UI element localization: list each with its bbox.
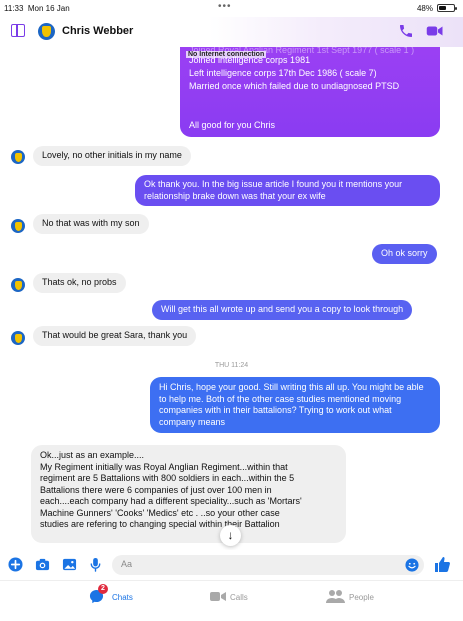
incoming-message-bubble[interactable]: No that was with my son [33,214,149,234]
incoming-message-bubble[interactable]: Thats ok, no probs [33,273,126,293]
message-composer [0,550,463,580]
message-line: company means [159,416,226,427]
people-icon [326,590,345,603]
phone-call-icon[interactable] [398,23,414,39]
no-internet-banner: No Internet connection [186,51,267,58]
multitasking-dots-icon[interactable]: ••• [218,1,232,12]
outgoing-message-bubble[interactable]: Will get this all wrote up and send you … [152,300,413,320]
avatar[interactable] [11,278,25,292]
scroll-to-bottom-button[interactable]: ↓ [220,525,241,546]
message-line: Machine Gunners' 'Cooks' 'Medics' etc . … [40,507,280,518]
outgoing-message-bubble[interactable]: Ok thank you. In the big issue article I… [135,175,440,206]
avatar[interactable] [11,150,25,164]
message-line: regiment are 5 Battalions with 800 soldi… [40,473,295,483]
video-call-icon[interactable] [426,23,444,39]
avatar[interactable] [38,23,55,40]
outgoing-message-bubble[interactable]: Oh ok sorry [372,244,437,264]
status-bar: 11:33 Mon 16 Jan ••• 48% [0,0,463,17]
message-input[interactable] [121,559,381,569]
tab-chats-label: Chats [112,593,133,602]
message-line: Married once which failed due to undiagn… [189,81,400,91]
message-list[interactable]: Joined Royal Anglian Regiment 1st Sept 1… [0,45,463,550]
incoming-message-bubble[interactable]: Lovely, no other initials in my name [33,146,191,166]
message-input-container[interactable] [112,555,424,575]
incoming-message-bubble[interactable]: Ok...just as an example.... My Regiment … [31,445,346,543]
message-line: My Regiment initially was Royal Anglian … [40,461,288,472]
message-line: each....each company had a different spe… [40,496,302,506]
sidebar-toggle-icon[interactable] [11,24,25,37]
crest-icon [42,26,51,38]
avatar[interactable] [11,331,25,345]
message-line: relationship brake down was that your ex… [144,190,326,201]
crest-icon [14,333,22,343]
unread-badge: 2 [98,584,108,594]
incoming-message-bubble[interactable]: That would be great Sara, thank you [33,326,197,346]
avatar[interactable] [11,219,25,233]
outgoing-message-bubble[interactable]: Hi Chris, hope your good. Still writing … [150,377,440,433]
crest-icon [14,152,22,162]
plus-icon[interactable] [8,557,23,572]
contact-name[interactable]: Chris Webber [62,25,133,37]
message-line: companies with in their battalions? Tryi… [159,405,392,415]
message-line: Ok...just as an example.... [40,450,145,460]
microphone-icon[interactable] [88,557,103,572]
chat-header: Chris Webber [0,17,463,47]
message-line: Battalions there were 6 companies of jus… [40,484,272,495]
crest-icon [14,221,22,231]
crest-icon [14,280,22,290]
outgoing-message-bubble[interactable]: Joined Royal Anglian Regiment 1st Sept 1… [180,45,440,137]
battery-icon [437,4,457,12]
thumbs-up-icon[interactable] [433,555,451,573]
bottom-tab-bar: Chats 2 Calls People [0,580,463,621]
message-line: to help me. Both of the other case studi… [159,393,402,404]
battery-fill [439,6,446,10]
video-camera-icon [210,592,226,601]
battery-percent: 48% [416,4,433,13]
tab-chats[interactable]: Chats 2 [86,581,176,621]
status-time: 11:33 Mon 16 Jan [4,4,70,13]
tab-people-label: People [349,593,374,602]
tab-calls[interactable]: Calls [210,581,270,621]
message-line: Left intelligence corps 17th Dec 1986 ( … [189,68,377,78]
message-line: Hi Chris, hope your good. Still writing … [159,382,424,392]
photo-gallery-icon[interactable] [62,557,77,572]
message-line: Ok thank you. In the big issue article I… [144,179,403,189]
emoji-icon[interactable] [405,558,419,572]
timestamp: THU 11:24 [214,362,249,369]
camera-icon[interactable] [35,557,50,572]
tab-people[interactable]: People [326,581,396,621]
message-line: All good for you Chris [189,120,276,130]
message-line: studies are refering to changing special… [40,519,280,529]
tab-calls-label: Calls [230,593,248,602]
